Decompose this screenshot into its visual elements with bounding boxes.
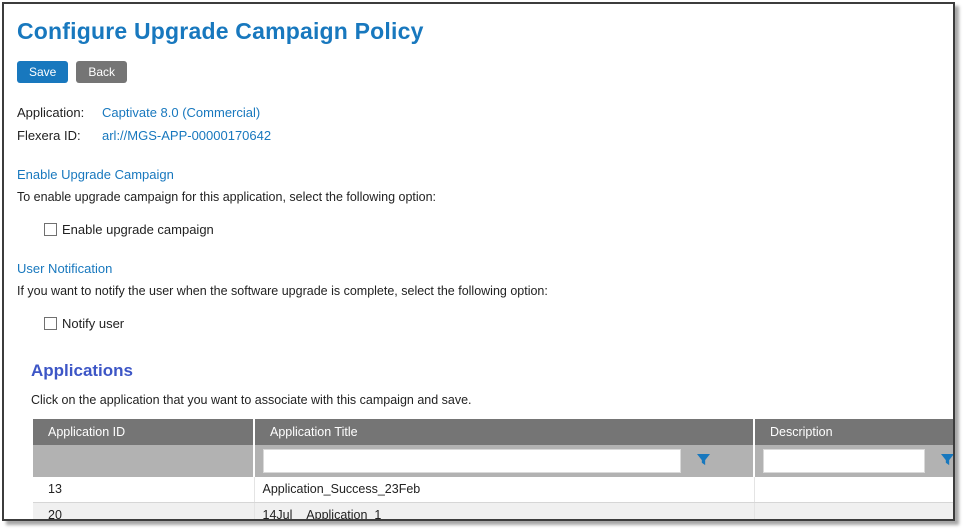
filter-cell-application-id — [33, 445, 254, 477]
enable-upgrade-campaign-heading: Enable Upgrade Campaign — [17, 167, 953, 182]
column-header-application-title[interactable]: Application Title — [254, 419, 754, 445]
enable-upgrade-campaign-description: To enable upgrade campaign for this appl… — [17, 190, 953, 204]
application-title-cell[interactable]: 14Jul__Application_1 — [254, 502, 754, 521]
applications-table: Application ID Application Title Descrip… — [33, 419, 955, 521]
applications-description: Click on the application that you want t… — [31, 393, 953, 407]
application-title-filter-button[interactable] — [697, 454, 710, 468]
user-notification-description: If you want to notify the user when the … — [17, 284, 953, 298]
application-link[interactable]: Captivate 8.0 (Commercial) — [102, 105, 260, 120]
enable-upgrade-campaign-section: Enable Upgrade Campaign To enable upgrad… — [17, 167, 953, 237]
application-id-cell[interactable]: 13 — [33, 477, 254, 502]
application-description-cell[interactable] — [754, 502, 955, 521]
application-info: Application: Captivate 8.0 (Commercial) … — [17, 105, 953, 143]
application-row-13[interactable]: 13 Application_Success_23Feb — [33, 477, 955, 502]
application-row-20[interactable]: 20 14Jul__Application_1 — [33, 502, 955, 521]
application-row: Application: Captivate 8.0 (Commercial) — [17, 105, 953, 120]
application-label: Application: — [17, 105, 102, 120]
application-id-cell[interactable]: 20 — [33, 502, 254, 521]
application-title-filter-input[interactable] — [263, 449, 681, 473]
page-title: Configure Upgrade Campaign Policy — [17, 18, 953, 45]
save-button[interactable]: Save — [17, 61, 68, 83]
column-header-application-id[interactable]: Application ID — [33, 419, 254, 445]
enable-upgrade-campaign-checkbox[interactable] — [44, 223, 57, 236]
table-filter-row — [33, 445, 955, 477]
flexera-id-label: Flexera ID: — [17, 128, 102, 143]
filter-funnel-icon — [697, 454, 710, 468]
notify-user-checkbox[interactable] — [44, 317, 57, 330]
back-button[interactable]: Back — [76, 61, 127, 83]
application-title-cell[interactable]: Application_Success_23Feb — [254, 477, 754, 502]
notify-user-checkbox-label: Notify user — [62, 316, 124, 331]
filter-funnel-icon — [941, 454, 954, 468]
flexera-id-link[interactable]: arl://MGS-APP-00000170642 — [102, 128, 271, 143]
user-notification-section: User Notification If you want to notify … — [17, 261, 953, 331]
enable-upgrade-campaign-checkbox-label: Enable upgrade campaign — [62, 222, 214, 237]
flexera-id-row: Flexera ID: arl://MGS-APP-00000170642 — [17, 128, 953, 143]
filter-cell-application-title — [254, 445, 754, 477]
enable-upgrade-campaign-checkbox-row: Enable upgrade campaign — [44, 222, 953, 237]
description-filter-input[interactable] — [763, 449, 925, 473]
application-description-cell[interactable] — [754, 477, 955, 502]
table-header-row: Application ID Application Title Descrip… — [33, 419, 955, 445]
description-filter-button[interactable] — [941, 454, 954, 468]
configure-upgrade-campaign-window: Configure Upgrade Campaign Policy Save B… — [2, 2, 955, 521]
notify-user-checkbox-row: Notify user — [44, 316, 953, 331]
user-notification-heading: User Notification — [17, 261, 953, 276]
column-header-description[interactable]: Description — [754, 419, 955, 445]
filter-cell-description — [754, 445, 955, 477]
applications-heading: Applications — [31, 361, 953, 381]
toolbar: Save Back — [17, 61, 953, 83]
